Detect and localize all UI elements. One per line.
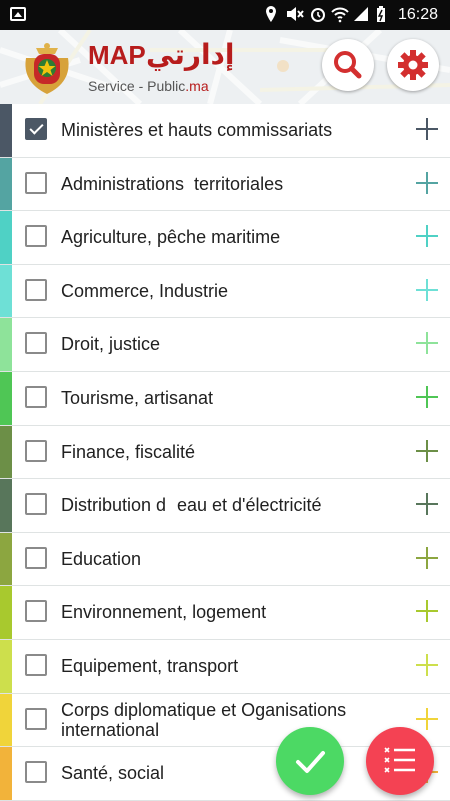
category-color-bar [0,747,12,800]
brand-arabic: إدارتي [146,38,235,71]
category-row[interactable]: Ministères et hauts commissariats [0,104,450,158]
search-icon [334,51,362,79]
category-label: Ministères et hauts commissariats [61,120,333,140]
category-label: Finance, fiscalité [61,441,196,462]
brand-subtitle-main: Service - Public [88,78,186,94]
category-row[interactable]: Finance, fiscalité [0,425,450,480]
category-color-bar [0,318,12,371]
brand-subtitle-suffix: .ma [185,78,209,94]
category-row[interactable]: Administrations territoriales [0,157,450,212]
category-row[interactable]: Education [0,532,450,587]
brand: MAP إدارتي Service - Public.ma [88,38,248,96]
category-checkbox[interactable] [25,332,47,355]
category-label: Distribution deau et d'électricité [61,495,322,516]
expand-plus-icon[interactable] [416,493,438,516]
category-row[interactable]: Tourisme, artisanat [0,372,450,426]
coat-of-arms-logo [25,43,69,94]
category-label: Droit, justice [61,334,161,355]
category-label: Commerce, Industrie [61,280,229,301]
mute-icon [285,5,304,23]
expand-plus-icon[interactable] [416,654,438,676]
search-button[interactable] [322,39,374,91]
settings-button[interactable] [387,39,439,91]
clock: 16:28 [397,6,438,23]
category-checkbox[interactable] [25,707,47,730]
gallery-notification-icon [10,7,26,21]
category-label: Agriculture, pêche maritime [61,227,281,248]
category-label: Equipement, transport [61,656,239,676]
category-row[interactable]: Distribution deau et d'électricité [0,479,450,533]
expand-plus-icon[interactable] [416,439,438,462]
category-checkbox[interactable] [25,761,47,784]
category-color-bar [0,532,12,586]
confirm-button[interactable] [276,727,344,795]
category-color-bar [0,640,12,693]
expand-plus-icon[interactable] [416,546,438,569]
category-checkbox[interactable] [25,600,47,623]
category-checkbox[interactable] [25,654,47,676]
category-color-bar [0,264,12,318]
category-checkbox[interactable] [25,171,47,194]
category-checkbox[interactable] [25,225,47,248]
battery-icon [372,5,390,23]
wifi-icon [331,5,349,23]
expand-plus-icon[interactable] [416,600,438,623]
brand-title: MAP [88,40,146,70]
category-checkbox[interactable] [25,278,47,301]
category-label: Tourisme, artisanat [61,388,214,408]
expand-plus-icon[interactable] [416,118,438,140]
expand-plus-icon[interactable] [416,332,438,355]
category-list: Ministères et hauts commissariats Adminis… [0,104,450,801]
signal-icon [352,5,370,23]
category-row[interactable]: Equipement, transport [0,640,450,694]
check-icon [296,751,325,773]
category-row[interactable]: Commerce, Industrie [0,264,450,319]
category-color-bar [0,157,12,211]
category-color-bar [0,586,12,639]
alarm-icon [309,5,327,23]
category-label: Environnement, logement [61,602,267,623]
category-color-bar [0,211,12,264]
category-checkbox[interactable] [25,386,47,408]
category-color-bar [0,104,12,157]
category-color-bar [0,693,12,747]
expand-plus-icon[interactable] [416,171,438,194]
category-row[interactable]: Agriculture, pêche maritime [0,211,450,265]
category-color-bar [0,479,12,532]
expand-plus-icon[interactable] [416,278,438,301]
category-checkbox[interactable] [25,546,47,569]
expand-plus-icon[interactable] [416,225,438,248]
category-checkbox[interactable] [25,439,47,462]
checklist-button[interactable] [366,727,434,795]
category-row[interactable]: Environnement, logement [0,586,450,640]
category-label: Education [61,548,142,569]
checklist-icon [384,747,415,773]
category-label: Administrations territoriales [61,173,284,194]
brand-subtitle: Service - Public.ma [88,78,209,94]
location-icon [262,5,280,23]
gear-icon [398,50,428,80]
status-bar: 16:28 [0,0,450,30]
app-header: MAP إدارتي Service - Public.ma [0,30,450,104]
category-color-bar [0,372,12,425]
category-color-bar [0,425,12,479]
category-checkbox[interactable] [25,493,47,516]
category-checkbox[interactable] [25,118,47,140]
expand-plus-icon[interactable] [416,386,438,408]
category-row[interactable]: Droit, justice [0,318,450,372]
